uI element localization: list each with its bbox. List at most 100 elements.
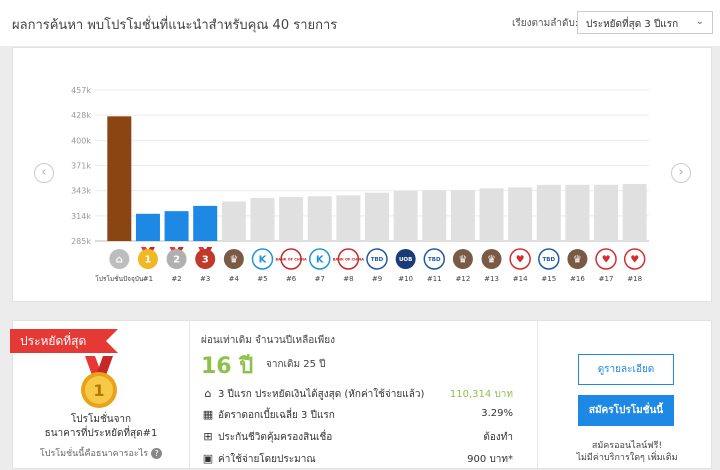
- bar: [193, 205, 218, 241]
- medical-kit-icon: ⊞: [203, 430, 213, 443]
- sort-label: เรียงตามลำดับ:: [512, 18, 579, 29]
- which-bank-link-text: โปรโมชั่นนี้คือธนาคารอะไร: [39, 449, 149, 459]
- original-years: จากเดิม 25 ปี: [266, 359, 326, 370]
- best-ribbon: ประหยัดที่สุด: [10, 329, 118, 353]
- column-divider: [537, 321, 538, 470]
- bar: [221, 201, 246, 241]
- bank-icon-text: ⌂: [116, 255, 123, 266]
- bank-icon-text: 1: [144, 255, 151, 266]
- cost-label: ค่าใช้จ่ายโดยประมาณ: [218, 454, 316, 465]
- remaining-years: 16 ปี: [201, 354, 254, 379]
- sort-dropdown[interactable]: ประหยัดที่สุด 3 ปีแรก ⌄: [577, 11, 713, 34]
- x-tick-label: #8: [343, 275, 353, 283]
- savings-bar-chart: 285k 314k 343k 371k 400k 428k 457k ⌂ โปรโมชั่นปั…: [71, 86, 649, 283]
- bank-icon-text: ♛: [229, 255, 238, 266]
- x-tick-label: #13: [484, 275, 499, 283]
- column-divider: [189, 321, 190, 470]
- x-tick-label: #10: [398, 275, 413, 283]
- bar: [279, 197, 304, 241]
- bank-icon-text: BANK OF CHINA: [275, 257, 307, 261]
- x-tick-label: โปรโมชั่นปัจจุบัน: [95, 274, 144, 283]
- insurance-value: ต้องทำ: [483, 432, 513, 443]
- apply-promotion-button[interactable]: สมัครโปรโมชั่นนี้: [578, 395, 674, 426]
- bar: [422, 190, 447, 241]
- y-tick-label: 428k: [71, 111, 91, 120]
- apply-note-line1: สมัครออนไลน์ฟรี!: [591, 441, 663, 451]
- bar: [393, 190, 418, 241]
- x-tick-label: #11: [427, 275, 442, 283]
- x-tick-label: #12: [456, 275, 471, 283]
- insurance-label: ประกันชีวิตคุ้มครองสินเชื่อ: [218, 432, 333, 443]
- x-tick-label: #4: [229, 275, 240, 283]
- x-tick-label: #7: [315, 275, 325, 283]
- x-tick-label: #3: [200, 275, 210, 283]
- y-tick-label: 343k: [71, 187, 91, 196]
- pay-label: ผ่อนเท่าเดิม จำนวนปีเหลือเพียง: [201, 335, 336, 346]
- chart-prev-arrow[interactable]: ‹: [34, 163, 54, 183]
- interest-row: ▦ อัตราดอกเบี้ยเฉลี่ย 3 ปีแรก 3.29%: [201, 408, 523, 424]
- results-title: ผลการค้นหา พบโปรโมชั่นที่แนะนำสำหรับคุณ …: [12, 18, 338, 33]
- bar: [622, 183, 647, 241]
- x-tick-label: #14: [513, 275, 528, 283]
- bank-icon-text: ♛: [487, 255, 496, 266]
- bank-icon-text: 3: [202, 255, 209, 266]
- bank-icon-text: K: [316, 255, 325, 266]
- chevron-down-icon: ⌄: [695, 16, 704, 27]
- bar: [536, 184, 561, 241]
- bar: [365, 192, 389, 241]
- bar: [164, 211, 189, 241]
- best-promotion-card: ประหยัดที่สุด 1 โปรโมชั่นจาก ธนาคารที่ปร…: [10, 320, 712, 470]
- calculator-icon: ▦: [202, 408, 214, 421]
- view-details-button[interactable]: ดูรายละเอียด: [578, 354, 674, 385]
- cost-value: 900 บาท*: [467, 454, 513, 465]
- sort-selected-value: ประหยัดที่สุด 3 ปีแรก: [586, 19, 679, 30]
- medal-number: 1: [93, 381, 104, 400]
- x-tick-label: #16: [570, 275, 585, 283]
- interest-label: อัตราดอกเบี้ยเฉลี่ย 3 ปีแรก: [218, 410, 335, 421]
- savings-row: ⌂ 3 ปีแรก ประหยัดเงินได้สูงสุด (หักค่าใช้…: [201, 387, 523, 403]
- gold-medal-icon: 1: [81, 356, 117, 408]
- best-promotion-title: โปรโมชั่นจาก ธนาคารที่ประหยัดที่สุด#1: [13, 413, 189, 441]
- y-tick-label: 371k: [71, 162, 91, 171]
- chart-next-arrow[interactable]: ›: [671, 163, 691, 183]
- x-tick-label: #5: [257, 275, 267, 283]
- x-tick-label: #6: [286, 275, 297, 283]
- insurance-row: ⊞ ประกันชีวิตคุ้มครองสินเชื่อ ต้องทำ: [201, 430, 523, 446]
- x-tick-label: #2: [171, 275, 181, 283]
- bank-icon-text: TBD: [371, 257, 384, 263]
- bank-icon-text: TBD: [428, 257, 441, 263]
- bank-icon-text: ♥: [516, 255, 525, 266]
- help-icon[interactable]: ?: [151, 448, 163, 459]
- bar: [479, 188, 504, 241]
- best-title-line2: ธนาคารที่ประหยัดที่สุด#1: [44, 428, 158, 439]
- bar: [565, 184, 590, 241]
- cost-row: ▣ ค่าใช้จ่ายโดยประมาณ 900 บาท*: [201, 452, 523, 468]
- bar: [135, 213, 160, 241]
- bar: [107, 116, 132, 241]
- bank-icon-text: TBD: [543, 257, 556, 263]
- bank-icon-text: ♥: [602, 255, 611, 266]
- bar: [307, 196, 332, 241]
- bar: [250, 197, 275, 241]
- bar: [336, 195, 361, 241]
- bank-icon-text: ♛: [573, 255, 582, 266]
- bank-icon-text: ♛: [458, 255, 467, 266]
- bar: [594, 184, 619, 241]
- y-tick-label: 457k: [71, 86, 91, 95]
- bar: [450, 190, 475, 241]
- x-tick-label: #15: [541, 275, 556, 283]
- apply-note-line2: ไม่มีค่าบริการใดๆ เพิ่มเติม: [576, 453, 678, 463]
- apply-note: สมัครออนไลน์ฟรี! ไม่มีค่าบริการใดๆ เพิ่ม…: [553, 440, 701, 464]
- results-header: ผลการค้นหา พบโปรโมชั่นที่แนะนำสำหรับคุณ …: [0, 0, 720, 46]
- house-icon: ⌂: [204, 387, 212, 400]
- which-bank-link[interactable]: โปรโมชั่นนี้คือธนาคารอะไร?: [13, 446, 189, 460]
- x-tick-label: #1: [143, 275, 153, 283]
- x-tick-label: #18: [627, 275, 642, 283]
- comparison-chart-card: 285k 314k 343k 371k 400k 428k 457k ⌂ โปรโมชั่นปั…: [12, 47, 712, 302]
- x-tick-label: #17: [599, 275, 614, 283]
- bank-icon-text: ♥: [630, 255, 639, 266]
- interest-value: 3.29%: [481, 408, 513, 419]
- bar: [508, 187, 533, 241]
- best-title-line1: โปรโมชั่นจาก: [70, 414, 132, 425]
- savings-label: 3 ปีแรก ประหยัดเงินได้สูงสุด (หักค่าใช้จ…: [218, 389, 425, 400]
